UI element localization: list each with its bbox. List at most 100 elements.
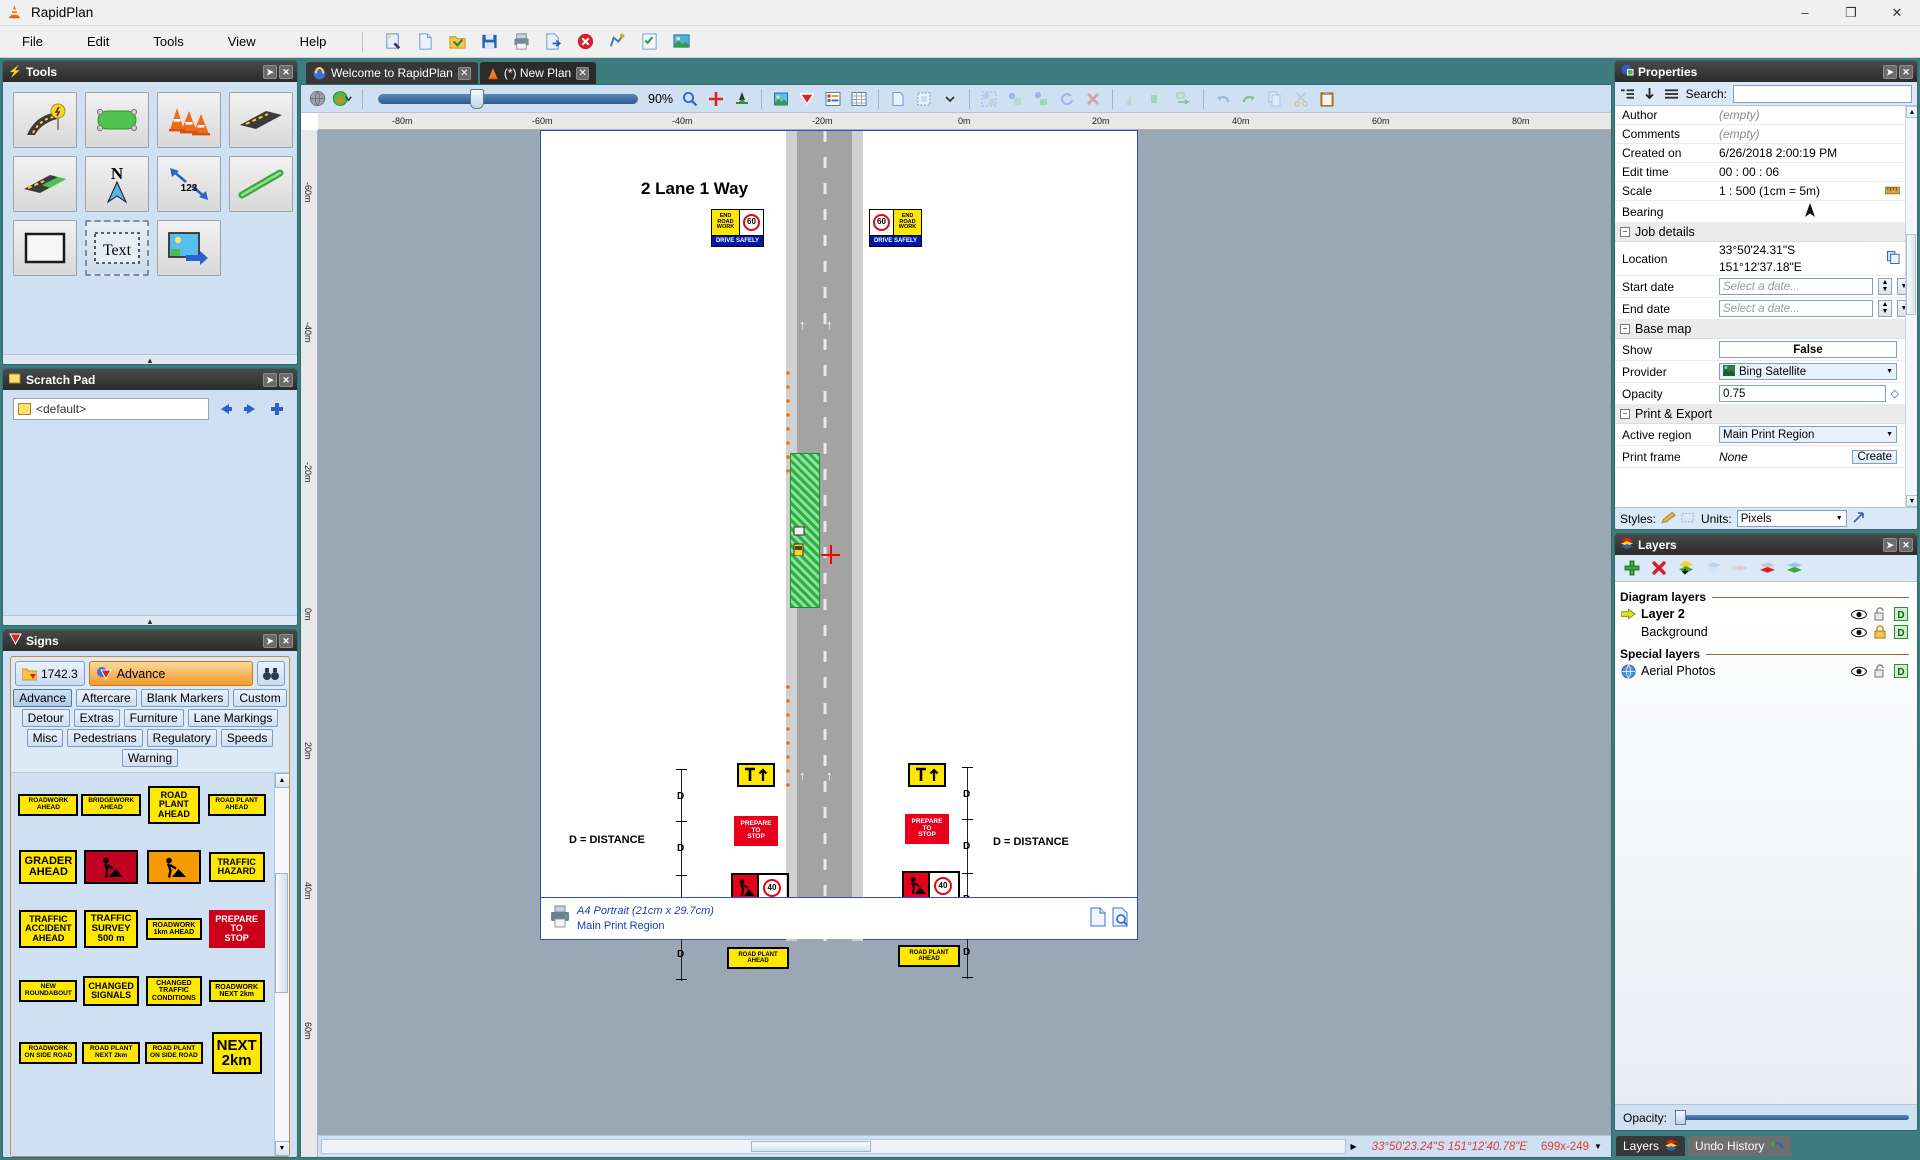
status-dropdown-icon[interactable]: ▼: [1589, 1135, 1607, 1158]
signs-scroll-up[interactable]: ▲: [274, 773, 289, 788]
layer-unlock-icon[interactable]: [1872, 607, 1888, 621]
chevron-down-icon[interactable]: ▼: [1886, 431, 1893, 438]
sign-thumb-bridgework-ahead[interactable]: BRIDGEWORK AHEAD: [81, 785, 142, 825]
active-region-select[interactable]: Main Print Region ▼: [1719, 426, 1897, 443]
zoom-slider[interactable]: [378, 88, 638, 109]
sign-thumb-changed-traffic-conditions[interactable]: CHANGED TRAFFIC CONDITIONS: [145, 971, 202, 1011]
expand-units-icon[interactable]: [1852, 511, 1866, 527]
dimension-tool-button[interactable]: 123: [157, 156, 221, 212]
collapse-icon[interactable]: −: [1620, 324, 1630, 334]
plan-sign-road-plant-ahead-left[interactable]: ROAD PLANT AHEAD: [727, 947, 789, 969]
sign-cat-misc[interactable]: Misc: [26, 729, 64, 747]
create-print-frame-button[interactable]: Create: [1852, 449, 1897, 464]
add-layer-icon[interactable]: [1623, 559, 1641, 577]
menu-view[interactable]: View: [206, 30, 278, 53]
move-down-icon[interactable]: [1758, 559, 1776, 577]
page-icon[interactable]: [886, 87, 910, 111]
sign-thumb-worker-symbol-orange[interactable]: [146, 847, 201, 887]
sign-cat-custom[interactable]: Custom: [233, 689, 287, 707]
tab-new-plan-close[interactable]: ✕: [576, 66, 590, 80]
properties-close-button[interactable]: ✕: [1899, 64, 1913, 79]
menu-file[interactable]: File: [0, 30, 65, 53]
close-button[interactable]: ✕: [1874, 0, 1920, 26]
end-date-spinner[interactable]: ▲ ▼: [1878, 300, 1892, 317]
sign-thumb-new-roundabout[interactable]: NEW ROUNDABOUT: [19, 971, 78, 1011]
image-icon[interactable]: [769, 87, 793, 111]
mesh-road-tool-button[interactable]: [13, 156, 77, 212]
sign-cat-regulatory[interactable]: Regulatory: [146, 729, 217, 747]
sign-thumb-road-plant-ahead-small[interactable]: ROAD PLANT AHEAD: [207, 785, 266, 825]
signs-scrollbar[interactable]: ▲ ▼: [274, 773, 289, 1156]
tools-close-button[interactable]: ✕: [279, 64, 293, 79]
print-region-icon[interactable]: [912, 87, 936, 111]
chevron-down-icon[interactable]: ▼: [1836, 515, 1843, 522]
sign-thumb-roadwork-ahead[interactable]: ROADWORK AHEAD: [18, 785, 79, 825]
plan-sign-lane-status-right[interactable]: [908, 763, 946, 787]
units-select[interactable]: Pixels ▼: [1736, 510, 1847, 527]
scratch-pad-close-button[interactable]: ✕: [279, 372, 293, 387]
maximize-button[interactable]: ❐: [1828, 0, 1874, 26]
list-icon[interactable]: [1664, 86, 1680, 102]
sign-thumb-changed-signals[interactable]: CHANGED SIGNALS: [83, 971, 140, 1011]
move-bottom-icon[interactable]: [1785, 559, 1803, 577]
properties-scrollbar[interactable]: ▲ ▼: [1905, 106, 1917, 507]
legend-icon[interactable]: [821, 87, 845, 111]
find-signs-icon[interactable]: [257, 661, 285, 686]
road-segment-tool-button[interactable]: [229, 92, 293, 148]
properties-scroll-thumb[interactable]: [1906, 234, 1916, 315]
layers-pin-button[interactable]: ➤: [1883, 537, 1897, 552]
property-row-print-frame[interactable]: Print frame None Create: [1615, 446, 1917, 468]
property-row-provider[interactable]: Provider Bing Satellite ▼: [1615, 361, 1917, 383]
property-row-bearing[interactable]: Bearing: [1615, 201, 1917, 223]
layers-close-button[interactable]: ✕: [1899, 537, 1913, 552]
ruler-icon[interactable]: [1884, 184, 1901, 198]
next-arrow-icon[interactable]: [241, 399, 261, 419]
signs-scroll-track[interactable]: [275, 788, 289, 1141]
scratch-pad-scrollbar[interactable]: ▲: [3, 615, 297, 625]
road-tool-button[interactable]: [13, 92, 77, 148]
drawing-canvas[interactable]: -80m -60m -40m -20m 0m 20m 40m 60m 80m -…: [301, 113, 1611, 1157]
text-tool-button[interactable]: Text: [85, 220, 149, 276]
menu-edit[interactable]: Edit: [65, 30, 131, 53]
box-tool-button[interactable]: [13, 220, 77, 276]
property-row-end-date[interactable]: End date Select a date... ▲ ▼ ▼: [1615, 298, 1917, 320]
property-row-created-on[interactable]: Created on 6/26/2018 2:00:19 PM: [1615, 144, 1917, 163]
property-row-start-date[interactable]: Start date Select a date... ▲ ▼ ▼: [1615, 276, 1917, 298]
layer-row-aerial-photos[interactable]: Aerial Photos D: [1615, 662, 1917, 680]
scratch-pad-selector[interactable]: <default>: [13, 398, 209, 420]
sign-cat-warning[interactable]: Warning: [121, 749, 179, 767]
print-sheet[interactable]: 2 Lane 1 Way END ROAD WORK 60 DRIVE SAFE…: [540, 130, 1138, 981]
image-tool-button[interactable]: [157, 220, 221, 276]
tab-welcome[interactable]: Welcome to RapidPlan ✕: [306, 62, 478, 84]
property-row-scale[interactable]: Scale 1 : 500 (1cm = 5m): [1615, 182, 1917, 201]
end-date-input[interactable]: Select a date...: [1719, 300, 1873, 317]
property-row-active-region[interactable]: Active region Main Print Region ▼: [1615, 424, 1917, 446]
layer-diagram-marker-icon[interactable]: D: [1893, 625, 1909, 639]
basemap-show-value[interactable]: False: [1719, 341, 1897, 358]
layer-visibility-icon[interactable]: [1851, 625, 1867, 639]
sign-cat-detour[interactable]: Detour: [21, 709, 70, 727]
zoom-magnifier-icon[interactable]: [678, 87, 702, 111]
signs-pin-button[interactable]: ➤: [263, 633, 277, 648]
north-marker-icon[interactable]: [730, 87, 754, 111]
sheet-viewport[interactable]: 2 Lane 1 Way END ROAD WORK 60 DRIVE SAFE…: [318, 130, 1611, 1135]
layer-lock-icon[interactable]: [1872, 625, 1888, 639]
sign-thumb-road-plant-next-2km[interactable]: ROAD PLANT NEXT 2km: [82, 1033, 141, 1073]
tools-pin-button[interactable]: ➤: [263, 64, 277, 79]
page-setup-icon[interactable]: [1089, 907, 1107, 930]
print-preview-icon[interactable]: [1111, 907, 1129, 930]
line-tool-button[interactable]: [229, 156, 293, 212]
new-plan-wizard-icon[interactable]: [380, 30, 406, 54]
scratch-pad-canvas[interactable]: [13, 426, 287, 576]
property-group-print-export[interactable]: − Print & Export: [1615, 405, 1917, 424]
layer-row-background[interactable]: Background D: [1615, 623, 1917, 641]
sign-cat-aftercare[interactable]: Aftercare: [76, 689, 137, 707]
plan-sign-prepare-to-stop-left[interactable]: PREPARE TO STOP: [734, 816, 778, 846]
opacity-slider[interactable]: [1675, 1110, 1909, 1125]
categorize-icon[interactable]: [1620, 86, 1636, 102]
sign-thumb-roadwork-on-side-road[interactable]: ROADWORK ON SIDE ROAD: [19, 1033, 78, 1073]
sign-cat-pedestrians[interactable]: Pedestrians: [67, 729, 143, 747]
plan-sign-lane-status-left[interactable]: [737, 763, 775, 787]
tab-undo-history[interactable]: Undo History: [1688, 1136, 1792, 1156]
crosshair-icon[interactable]: [704, 87, 728, 111]
